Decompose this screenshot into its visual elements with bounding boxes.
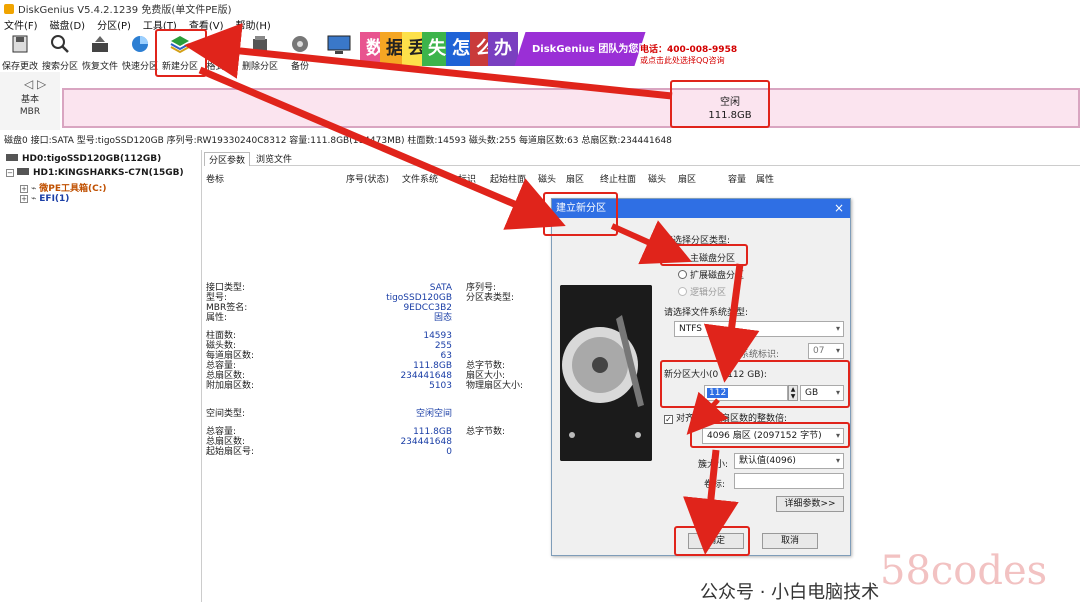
highlight-size: [660, 360, 850, 408]
annotation-arrow: [683, 449, 739, 555]
watermark: 58codes: [880, 548, 1048, 594]
tutorial-annotations: [184, 23, 760, 555]
highlight-free-space: [670, 80, 770, 128]
highlight-ok: [674, 526, 750, 556]
annotation-arrow: [198, 66, 566, 230]
highlight-primary-partition: [660, 244, 748, 266]
highlight-align: [690, 422, 850, 448]
highlight-new-partition: [155, 29, 207, 77]
annotation-arrow: [184, 23, 673, 100]
highlight-dialog-title: [543, 192, 618, 236]
annotation-arrow: [703, 263, 760, 383]
wechat-watermark: 公众号 · 小白电脑技术: [700, 582, 880, 602]
